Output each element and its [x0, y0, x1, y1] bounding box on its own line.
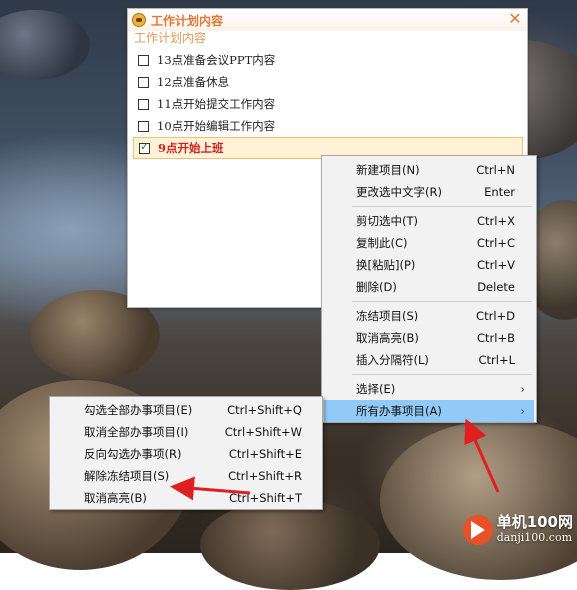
menu-item-copy[interactable]: 复制此(C) Ctrl+C	[322, 232, 536, 254]
menu-separator	[352, 374, 532, 375]
list-subtitle: 工作计划内容	[134, 31, 207, 45]
watermark-name: 单机100网	[496, 513, 573, 531]
close-icon[interactable]: ✕	[507, 11, 523, 27]
menu-item-label: 所有办事项目(A)	[356, 404, 442, 418]
context-menu: 新建项目(N) Ctrl+N 更改选中文字(R) Enter 剪切选中(T) C…	[321, 155, 537, 423]
menu-item-new[interactable]: 新建项目(N) Ctrl+N	[322, 159, 536, 181]
menu-item-label: 取消高亮(B)	[356, 331, 419, 345]
menu-item-shortcut: Ctrl+N	[476, 163, 515, 177]
menu-item-shortcut: Ctrl+Shift+E	[228, 447, 302, 461]
submenu: 勾选全部办事项目(E) Ctrl+Shift+Q 取消全部办事项目(I) Ctr…	[49, 396, 323, 510]
menu-item-paste[interactable]: 换[粘贴](P) Ctrl+V	[322, 254, 536, 276]
watermark-domain: danji100.com	[496, 531, 573, 544]
menu-item-shortcut: Ctrl+Shift+W	[224, 425, 302, 439]
menu-separator	[352, 206, 532, 207]
menu-item-all-todos[interactable]: 所有办事项目(A) ›	[324, 400, 534, 422]
chevron-right-icon: ›	[520, 404, 525, 418]
menu-item-freeze[interactable]: 冻结项目(S) Ctrl+D	[322, 305, 536, 327]
window-titlebar[interactable]: 工作计划内容 ✕	[128, 9, 527, 31]
chevron-right-icon: ›	[520, 382, 525, 396]
menu-item-rename[interactable]: 更改选中文字(R) Enter	[322, 181, 536, 203]
watermark: 单机100网 danji100.com	[462, 513, 573, 545]
todo-checkbox[interactable]	[138, 54, 149, 66]
menu-item-label: 新建项目(N)	[356, 163, 420, 177]
menu-item-label: 剪切选中(T)	[356, 214, 418, 228]
menu-item-label: 复制此(C)	[356, 236, 408, 250]
menu-item-label: 换[粘贴](P)	[356, 258, 416, 272]
todo-item-label: 11点开始提交工作内容	[157, 97, 276, 111]
menu-item-shortcut: Ctrl+Shift+R	[228, 469, 302, 483]
menu-item-shortcut: Ctrl+Shift+T	[229, 491, 302, 505]
menu-item-insert-separator[interactable]: 插入分隔符(L) Ctrl+L	[322, 349, 536, 371]
todo-checkbox-checked[interactable]	[139, 140, 150, 154]
menu-item-label: 勾选全部办事项目(E)	[84, 403, 193, 417]
menu-item-shortcut: Ctrl+V	[477, 258, 515, 272]
todo-item-label: 9点开始上班	[158, 141, 224, 155]
menu-item-label: 更改选中文字(R)	[356, 185, 442, 199]
menu-separator	[352, 301, 532, 302]
submenu-item-uncheck-all[interactable]: 取消全部办事项目(I) Ctrl+Shift+W	[50, 421, 322, 443]
submenu-item-unfreeze[interactable]: 解除冻结项目(S) Ctrl+Shift+R	[50, 465, 322, 487]
menu-item-label: 选择(E)	[356, 382, 396, 396]
todo-checkbox[interactable]	[138, 120, 149, 132]
submenu-item-check-all[interactable]: 勾选全部办事项目(E) Ctrl+Shift+Q	[50, 399, 322, 421]
todo-item-label: 12点准备休息	[157, 75, 230, 89]
menu-item-label: 冻结项目(S)	[356, 309, 419, 323]
menu-item-shortcut: Ctrl+Shift+Q	[227, 403, 302, 417]
menu-item-label: 插入分隔符(L)	[356, 353, 429, 367]
todo-item-label: 13点准备会议PPT内容	[157, 53, 276, 67]
todo-item-label: 10点开始编辑工作内容	[157, 119, 276, 133]
todo-checkbox[interactable]	[138, 98, 149, 110]
menu-item-label: 取消全部办事项目(I)	[84, 425, 189, 439]
menu-item-label: 删除(D)	[356, 280, 397, 294]
todo-item[interactable]: 13点准备会议PPT内容	[128, 49, 527, 71]
menu-item-label: 反向勾选办事项(R)	[84, 447, 182, 461]
menu-item-shortcut: Ctrl+L	[478, 353, 515, 367]
submenu-item-invert[interactable]: 反向勾选办事项(R) Ctrl+Shift+E	[50, 443, 322, 465]
app-icon	[132, 13, 146, 27]
menu-item-label: 取消高亮(B)	[84, 491, 147, 505]
todo-item[interactable]: 12点准备休息	[128, 71, 527, 93]
menu-item-shortcut: Delete	[477, 280, 515, 294]
watermark-logo-icon	[462, 515, 493, 545]
submenu-item-unhighlight[interactable]: 取消高亮(B) Ctrl+Shift+T	[50, 487, 322, 509]
menu-item-unhighlight[interactable]: 取消高亮(B) Ctrl+B	[322, 327, 536, 349]
menu-item-delete[interactable]: 删除(D) Delete	[322, 276, 536, 298]
menu-item-shortcut: Enter	[484, 185, 515, 199]
menu-item-cut[interactable]: 剪切选中(T) Ctrl+X	[322, 210, 536, 232]
menu-item-shortcut: Ctrl+D	[476, 309, 515, 323]
todo-list: 13点准备会议PPT内容 12点准备休息 11点开始提交工作内容 10点开始编辑…	[128, 49, 527, 159]
menu-item-label: 解除冻结项目(S)	[84, 469, 170, 483]
menu-item-shortcut: Ctrl+C	[476, 236, 515, 250]
todo-item[interactable]: 10点开始编辑工作内容	[128, 115, 527, 137]
menu-item-select[interactable]: 选择(E) ›	[322, 378, 536, 400]
window-title: 工作计划内容	[151, 13, 224, 28]
todo-item[interactable]: 11点开始提交工作内容	[128, 93, 527, 115]
todo-checkbox[interactable]	[138, 76, 149, 88]
menu-item-shortcut: Ctrl+X	[477, 214, 515, 228]
menu-item-shortcut: Ctrl+B	[477, 331, 515, 345]
